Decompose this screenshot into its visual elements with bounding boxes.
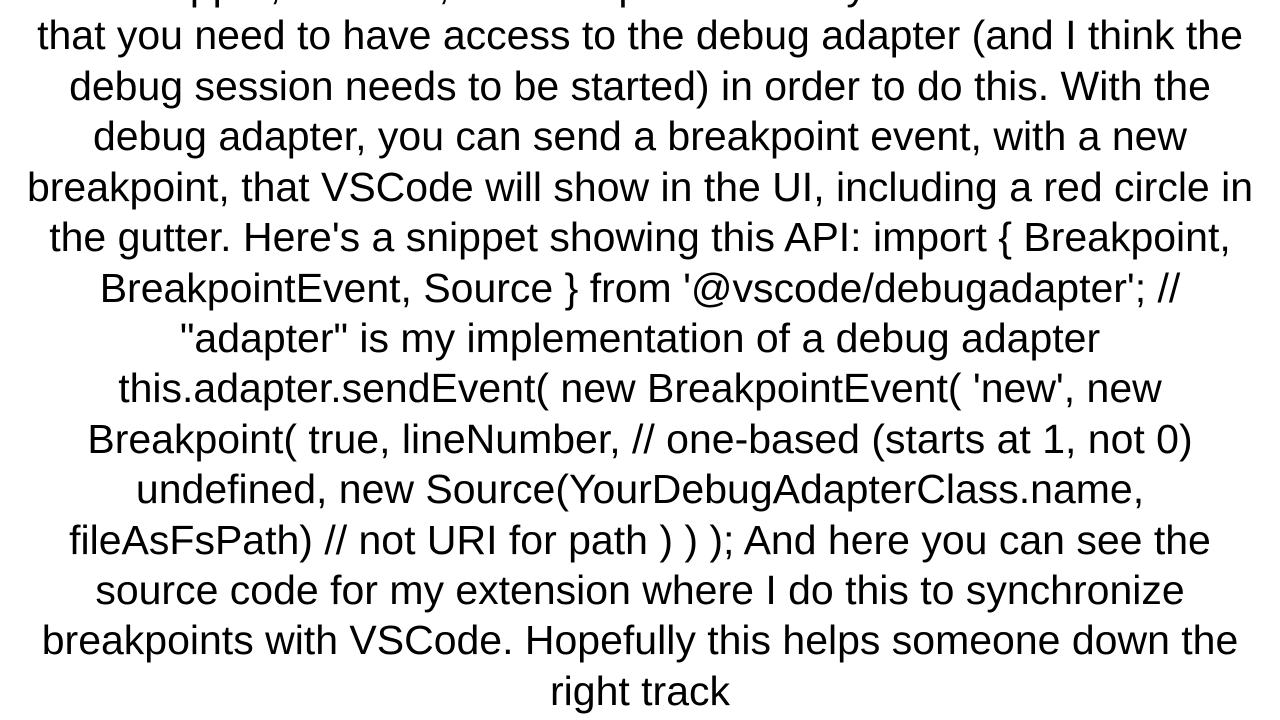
document-body-text: code snippet, one tool, one component at… (10, 0, 1270, 716)
